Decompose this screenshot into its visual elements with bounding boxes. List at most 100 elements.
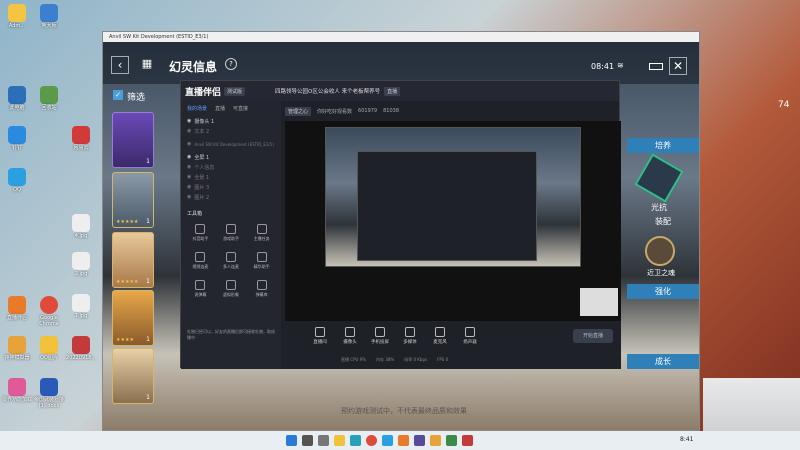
desktop-icon-chrome[interactable]: Google Chrome — [34, 296, 64, 327]
eye-icon[interactable]: ◉ — [187, 184, 191, 190]
taskview-icon[interactable] — [318, 435, 329, 446]
start-icon[interactable] — [286, 435, 297, 446]
qq-icon[interactable] — [382, 435, 393, 446]
hero-card[interactable]: ★★★★★ 1 — [112, 232, 154, 288]
tool-item[interactable]: 精华助手 — [246, 252, 277, 270]
nested-stream-preview — [357, 151, 537, 261]
camera-button[interactable]: 摄像头 — [337, 327, 363, 345]
tab-direct[interactable]: 可直接 — [233, 105, 248, 112]
explorer-icon[interactable] — [334, 435, 345, 446]
media-button[interactable]: 多媒体 — [397, 327, 423, 345]
toolbox: 工具箱 抖音助手 游戏助手 主播任务 视频连麦 多人连麦 精华助手 说弹幕 虚拟… — [181, 207, 281, 344]
speaker-button[interactable]: 扬声器 — [457, 327, 483, 345]
desktop-icon-file2022[interactable]: 20220918... — [66, 336, 96, 361]
train-button[interactable]: 培养 — [627, 138, 699, 153]
phone-cast-button[interactable]: 手机投屏 — [367, 327, 393, 345]
desktop-icon-qq[interactable]: QQ — [2, 168, 32, 193]
tool-icon — [195, 224, 206, 234]
desktop-icon-docx[interactable]: 帝国武装对接(1).docx — [34, 378, 64, 409]
beta-badge: 测试版 — [224, 86, 246, 96]
clock-text: 08:41 — [591, 62, 615, 71]
room-icon — [315, 327, 325, 337]
hero-card[interactable]: 1 — [112, 348, 154, 404]
heat-value: 81038 — [383, 108, 400, 114]
edge-icon[interactable] — [350, 435, 361, 446]
eye-icon[interactable]: ◉ — [187, 154, 191, 160]
equip-button[interactable]: 装配 — [627, 214, 699, 229]
phone-icon — [375, 327, 385, 337]
tool-icon — [225, 224, 236, 234]
desktop-icon-luda[interactable]: 鲁大师 — [34, 4, 64, 29]
desktop-icon-jpg4[interactable]: 4.jpg — [66, 214, 96, 239]
tool-item[interactable]: 多人连麦 — [216, 252, 247, 270]
desktop-icon-recycle[interactable]: 回收站 — [34, 86, 64, 111]
chrome-icon[interactable] — [366, 435, 377, 446]
eye-icon[interactable]: ◉ — [187, 118, 191, 124]
tool-item[interactable]: 抖音助手 — [185, 224, 216, 242]
source-item[interactable]: ◉ 图片 2 — [181, 192, 281, 202]
tool-item[interactable]: 虚拟形象 — [216, 280, 247, 298]
room-button[interactable]: 直播间 — [307, 327, 333, 345]
desktop-icon-admin[interactable]: Adm... — [2, 4, 32, 29]
source-item[interactable]: ◉ 图片 3 — [181, 182, 281, 192]
search-icon[interactable] — [302, 435, 313, 446]
desktop-icon-jpg1[interactable]: 1.jpg — [66, 294, 96, 319]
app-icon[interactable] — [462, 435, 473, 446]
hero-card[interactable]: 1 — [112, 112, 154, 168]
upgrade-button[interactable]: 强化 — [627, 284, 699, 299]
channel-name: 四路领导公园O区公会收人 来个老板帮养号 — [275, 89, 381, 95]
menu-grid-icon[interactable]: ▦ — [139, 56, 155, 72]
nox-icon[interactable] — [430, 435, 441, 446]
desktop-icon-nox[interactable]: 夜神模拟器 — [2, 336, 32, 361]
eye-icon[interactable]: ◉ — [187, 141, 191, 147]
tool-item[interactable]: 游戏助手 — [216, 224, 247, 242]
stream-bottom-bar: 直播间 摄像头 手机投屏 多媒体 麦克风 扬声器 开始直播 直播 CPU 9% … — [281, 321, 621, 369]
help-icon[interactable]: ? — [225, 58, 237, 70]
desktop-icon-zhibo[interactable]: 直播伴侣 — [2, 296, 32, 321]
source-item[interactable]: ◉ 全景 1 — [181, 172, 281, 182]
hero-card[interactable]: ★★★★ 1 — [112, 290, 154, 346]
stream-app-window[interactable]: 直播伴侣 测试版 四路领导公园O区公会收人 来个老板帮养号 直播 管理之心 你好… — [180, 80, 621, 369]
wifi-icon: ≋ — [617, 61, 624, 70]
zhibo-icon[interactable] — [398, 435, 409, 446]
start-stream-button[interactable]: 开始直播 — [573, 329, 613, 343]
source-item[interactable]: ◉ 文本 2 — [181, 126, 281, 136]
source-item[interactable]: ◉ 全屏 1 — [181, 152, 281, 162]
hero-card[interactable]: ★★★★★ 1 — [112, 172, 154, 228]
tool-item[interactable]: 弹幕库 — [246, 280, 277, 298]
source-item[interactable]: ◉ 摄像头 1 — [181, 116, 281, 126]
skill-icon-jinwei[interactable] — [645, 236, 675, 266]
eye-icon[interactable]: ◉ — [187, 194, 191, 200]
app-icon[interactable] — [446, 435, 457, 446]
mic-button[interactable]: 麦克风 — [427, 327, 453, 345]
eye-icon[interactable]: ◉ — [187, 174, 191, 180]
tab-my-scene[interactable]: 我的场景 — [187, 105, 207, 112]
channel-tag: 直播 — [384, 86, 401, 96]
tool-item[interactable]: 主播任务 — [246, 224, 277, 242]
page-title: 幻灵信息 — [169, 60, 218, 74]
back-icon[interactable]: ‹ — [111, 56, 129, 74]
eye-icon[interactable]: ◉ — [187, 128, 191, 134]
desktop-icon-jpg2[interactable]: 2.jpg — [66, 252, 96, 277]
source-item[interactable]: ◉ Anvil SW Kit Development (ESTID_E3/1) — [181, 136, 281, 152]
room-info: 管理之心 你好吃好观看数 601979 81038 — [285, 105, 485, 117]
source-item[interactable]: ◉ 个人信息 — [181, 162, 281, 172]
tool-item[interactable]: 视频连麦 — [185, 252, 216, 270]
desktop-icon-qqimg[interactable]: QQ图片 — [34, 336, 64, 361]
media-icon — [405, 327, 415, 337]
game-icon[interactable] — [414, 435, 425, 446]
desktop-icon-pc[interactable]: 此电脑 — [2, 86, 32, 111]
eye-icon[interactable]: ◉ — [187, 164, 191, 170]
taskbar: 8:41 — [0, 431, 800, 450]
desktop-icon-netease[interactable]: 网易云 — [66, 126, 96, 151]
desktop-icon-dingding[interactable]: 钉钉 — [2, 126, 32, 151]
desktop-icon-lingjie[interactable]: 零界功能加载 — [2, 378, 32, 403]
tab-live[interactable]: 直播 — [215, 105, 225, 112]
growth-button[interactable]: 成长 — [627, 354, 699, 369]
game-window-titlebar: Anvil SW Kit Development (ESTID_E3/1) — [103, 32, 699, 42]
filter-checkbox[interactable]: ✓ — [113, 90, 123, 100]
stream-app-topbar: 直播伴侣 测试版 四路领导公园O区公会收人 来个老板帮养号 直播 — [181, 81, 619, 101]
small-webcam-feed — [580, 288, 618, 316]
tool-item[interactable]: 说弹幕 — [185, 280, 216, 298]
close-icon[interactable]: ✕ — [669, 57, 687, 75]
